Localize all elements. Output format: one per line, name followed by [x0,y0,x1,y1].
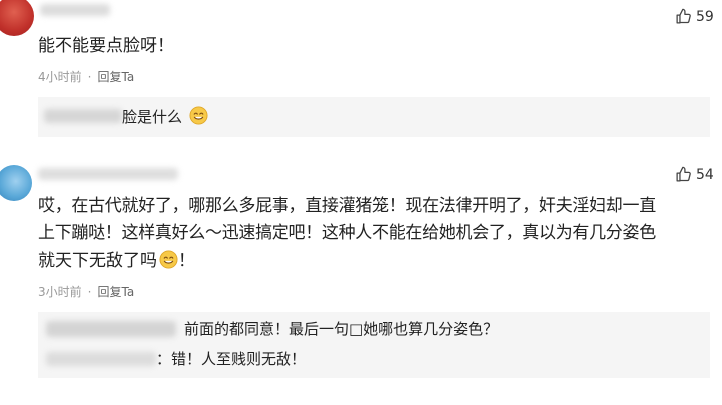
smiley-emoji-icon [159,250,178,269]
separator-dot: · [87,285,92,299]
reply-text: 前面的都同意！最后一句□她哪也算几分姿色？ [184,320,499,338]
reply-username-blurred[interactable] [44,109,122,123]
reply-link[interactable]: 回复Ta [97,285,134,299]
comment-meta: 4小时前 · 回复Ta [38,68,134,85]
comment-text-line-3: 就天下无敌了吗 ！ [38,248,195,275]
comment-text-line-2: 上下蹦哒！这样真好么～迅速搞定吧！这种人不能在给她机会了，真以为有几分姿色 [38,223,656,243]
comment-text-line-1: 哎，在古代就好了，哪那么多屁事，直接灌猪笼！现在法律开明了，奸夫淫妇却一直 [38,196,656,216]
like-button[interactable]: 59 [675,8,714,25]
reply-box: 前面的都同意！最后一句□她哪也算几分姿色？ ：错！人至贱则无敌！ [38,312,710,378]
like-count: 59 [696,8,714,25]
comment-time: 3小时前 [38,285,82,299]
thumbs-up-icon [676,166,691,182]
separator-dot: · [87,70,92,84]
reply-text-content: 脸是什么 [122,108,183,126]
smiley-emoji-icon [189,106,208,125]
reply-text: 脸是什么 [122,106,208,128]
avatar[interactable] [0,165,32,201]
like-button[interactable]: 54 [675,166,714,183]
comment-time: 4小时前 [38,70,82,84]
reply-text: ：错！人至贱则无敌！ [156,350,307,368]
avatar[interactable] [0,0,34,36]
comment-text: 能不能要点脸呀！ [38,36,174,56]
reply-box: 脸是什么 [38,97,710,137]
comment-text-line-3-content: 就天下无敌了吗 [38,251,157,271]
username-blurred[interactable] [40,4,110,16]
comment-meta: 3小时前 · 回复Ta [38,283,134,300]
thumbs-up-icon [676,8,691,24]
reply-link[interactable]: 回复Ta [97,70,134,84]
username-blurred[interactable] [38,168,178,180]
comment-text-tail: ！ [178,251,195,271]
like-count: 54 [696,166,714,183]
reply-username-blurred[interactable] [46,352,156,366]
reply-username-blurred[interactable] [46,321,176,337]
